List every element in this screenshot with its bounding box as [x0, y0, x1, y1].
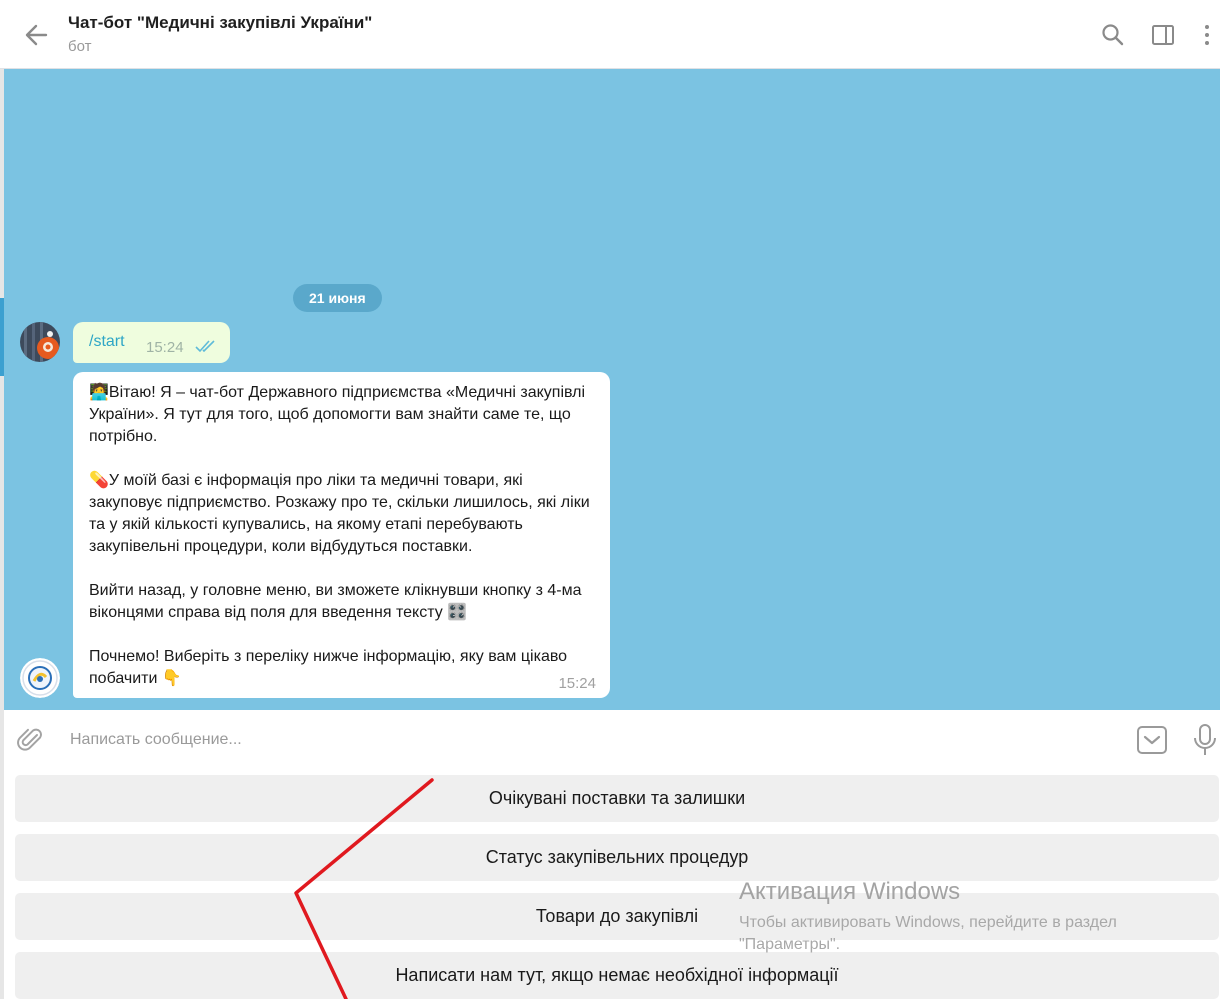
message-paragraph: 💊У моїй базі є інформація про ліки та ме… — [89, 472, 590, 555]
keyboard-button-deliveries[interactable]: Очікувані поставки та залишки — [15, 775, 1219, 822]
date-separator: 21 июня — [293, 284, 382, 312]
bot-keyboard-toggle-icon[interactable] — [1135, 724, 1169, 756]
paperclip-icon[interactable] — [17, 726, 45, 754]
message-composer — [4, 710, 1220, 768]
search-icon[interactable] — [1100, 22, 1126, 48]
read-checkmarks-icon — [195, 340, 215, 353]
microphone-icon[interactable] — [1192, 723, 1218, 757]
back-arrow-icon[interactable] — [22, 20, 52, 50]
chat-header: Чат-бот "Медичні закупівлі України" бот — [0, 0, 1220, 69]
start-command-link[interactable]: /start — [89, 333, 125, 351]
outgoing-message[interactable]: /start 15:24 — [73, 322, 230, 363]
message-area: 21 июня /start 15:24 🧑‍💻Вітаю! Я – чат-б… — [4, 69, 1220, 710]
chat-subtitle: бот — [68, 38, 92, 55]
user-avatar[interactable] — [20, 322, 60, 362]
chat-title[interactable]: Чат-бот "Медичні закупівлі України" — [68, 13, 372, 33]
more-options-icon[interactable] — [1194, 22, 1220, 48]
sidebar-toggle-icon[interactable] — [1150, 22, 1176, 48]
bot-avatar[interactable] — [20, 658, 60, 698]
message-time: 15:24 — [558, 675, 596, 692]
message-paragraph: Почнемо! Виберіть з переліку нижче інфор… — [89, 648, 568, 687]
message-time: 15:24 — [146, 339, 184, 356]
watermark-title: Активация Windows — [739, 878, 961, 905]
message-input[interactable] — [68, 724, 1122, 756]
windows-activation-watermark: Активация Windows Чтобы активировать Win… — [739, 878, 1209, 956]
keyboard-button-procurement-status[interactable]: Статус закупівельних процедур — [15, 834, 1219, 881]
keyboard-button-contact-us[interactable]: Написати нам тут, якщо немає необхідної … — [15, 952, 1219, 999]
watermark-text: Чтобы активировать Windows, перейдите в … — [739, 914, 1117, 953]
message-text: 🧑‍💻Вітаю! Я – чат-бот Державного підприє… — [89, 382, 594, 690]
incoming-message[interactable]: 🧑‍💻Вітаю! Я – чат-бот Державного підприє… — [73, 372, 610, 698]
message-paragraph: Вийти назад, у головне меню, ви зможете … — [89, 582, 582, 621]
message-paragraph: 🧑‍💻Вітаю! Я – чат-бот Державного підприє… — [89, 384, 586, 445]
